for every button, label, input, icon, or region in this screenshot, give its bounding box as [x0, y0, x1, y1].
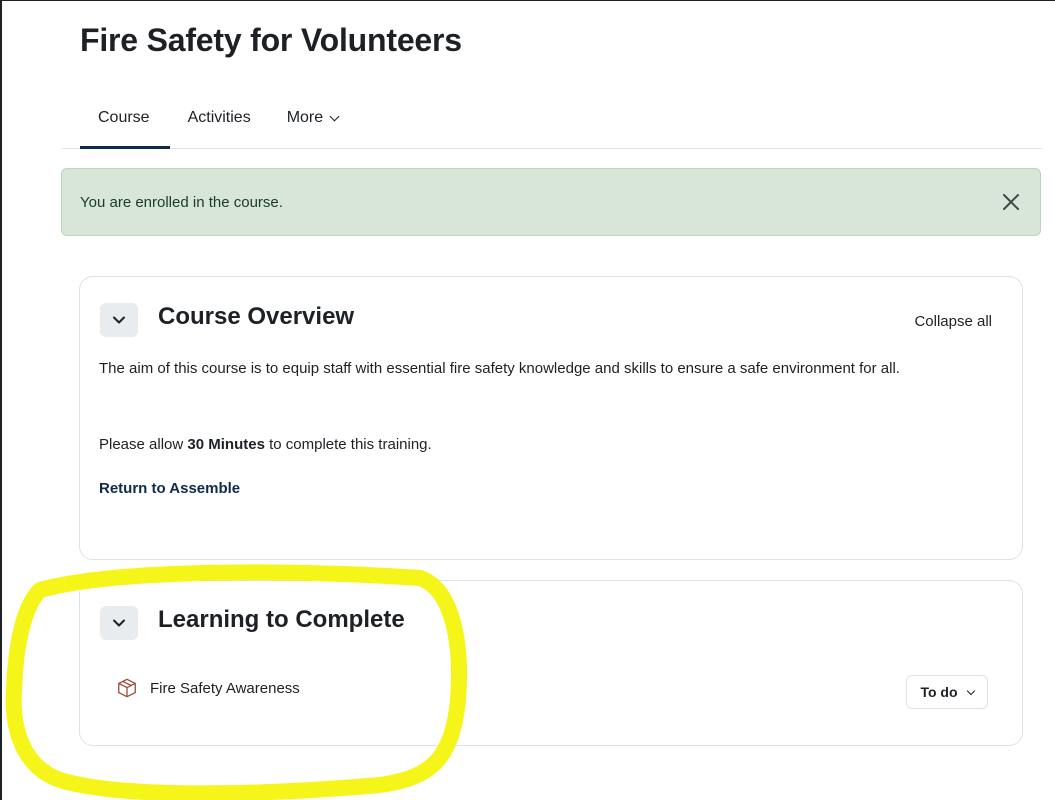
tab-activities[interactable]: Activities [170, 88, 269, 148]
status-label: To do [920, 684, 958, 700]
duration-value: 30 Minutes [187, 436, 265, 453]
activity-fire-safety-awareness[interactable]: Fire Safety Awareness [116, 677, 300, 699]
duration-suffix: to complete this training. [264, 436, 432, 453]
tab-course-label: Course [98, 109, 150, 126]
package-icon [118, 678, 136, 698]
tab-activities-label: Activities [187, 109, 251, 126]
course-summary: The aim of this course is to equip staff… [99, 360, 900, 377]
section-collapse-toggle[interactable] [100, 606, 138, 640]
activity-name: Fire Safety Awareness [150, 679, 300, 697]
section-course-overview: Course Overview Collapse all The aim of … [79, 276, 1023, 560]
close-icon[interactable] [1000, 191, 1022, 213]
duration-prefix: Please allow [99, 436, 188, 453]
course-tabs: Course Activities More [62, 88, 1042, 149]
return-to-assemble-link[interactable]: Return to Assemble [99, 480, 240, 497]
chevron-down-icon [113, 316, 125, 324]
chevron-down-icon [113, 619, 125, 627]
chevron-down-icon [966, 686, 975, 695]
page-title: Fire Safety for Volunteers [80, 22, 462, 58]
section-title: Course Overview [158, 303, 355, 330]
enrolment-alert: You are enrolled in the course. [61, 168, 1041, 236]
completion-status-dropdown[interactable]: To do [906, 675, 988, 709]
collapse-all-link[interactable]: Collapse all [914, 313, 992, 330]
tab-more[interactable]: More [269, 88, 356, 148]
section-collapse-toggle[interactable] [100, 303, 138, 337]
section-title: Learning to Complete [158, 606, 405, 633]
alert-message: You are enrolled in the course. [80, 193, 283, 211]
tab-more-label: More [286, 109, 324, 126]
section-learning-to-complete: Learning to Complete Fire Safety Awarene… [79, 580, 1023, 746]
tab-course[interactable]: Course [62, 88, 170, 149]
duration-note: Please allow 30 Minutes to complete this… [99, 433, 919, 456]
chevron-down-icon [329, 111, 340, 121]
